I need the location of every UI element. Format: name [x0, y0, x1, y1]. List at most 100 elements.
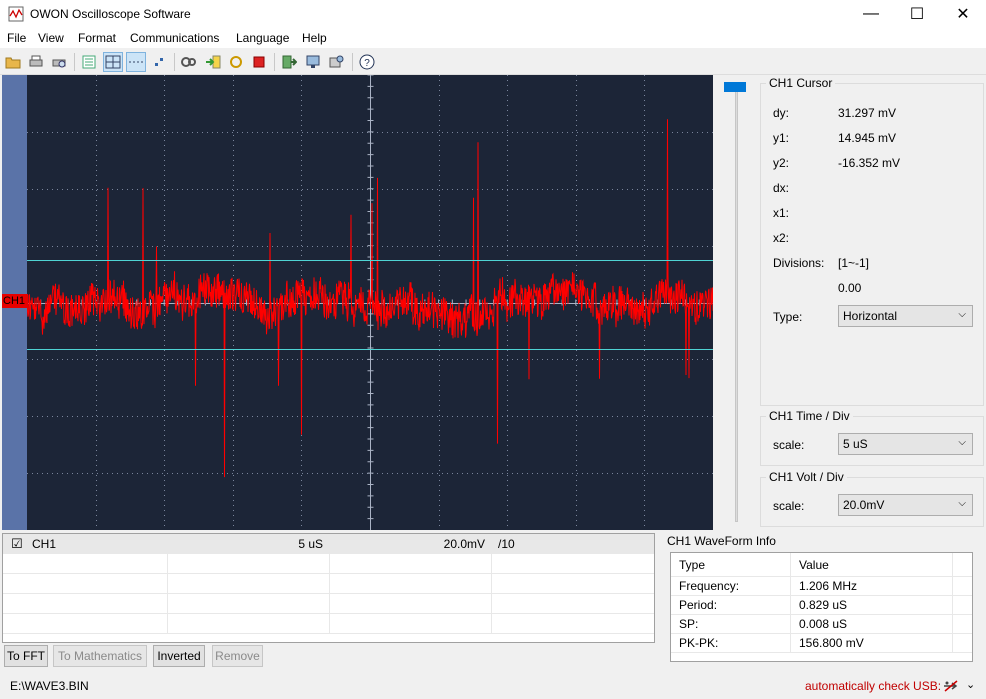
status-usb-text: automatically check USB:	[805, 679, 942, 693]
menu-format[interactable]: Format	[78, 31, 116, 45]
vertical-slider-thumb[interactable]	[724, 82, 746, 92]
toolbar: ?	[0, 48, 986, 75]
inverted-button[interactable]: Inverted	[153, 645, 205, 667]
channel-name-cell: ☑ CH1	[3, 534, 168, 554]
menu-view[interactable]: View	[38, 31, 64, 45]
print-preview-icon[interactable]	[49, 52, 69, 72]
monitor-icon[interactable]	[303, 52, 323, 72]
app-icon	[8, 6, 24, 22]
y2-value: -16.352 mV	[838, 156, 901, 170]
stop-icon[interactable]	[249, 52, 269, 72]
dx-label: dx:	[773, 181, 790, 195]
cursor-type-select[interactable]: Horizontal ⌵	[838, 305, 973, 327]
connect-icon[interactable]	[179, 52, 199, 72]
table-row: PK-PK: 156.800 mV	[671, 634, 972, 653]
dotted-grid-icon[interactable]	[126, 52, 146, 72]
header-type: Type	[671, 553, 791, 577]
chevron-down-icon: ⌵	[958, 498, 966, 509]
waveform-canvas	[26, 74, 714, 530]
time-scale-label: scale:	[773, 438, 805, 452]
dy-label: dy:	[773, 106, 790, 120]
y1-label: y1:	[773, 131, 790, 145]
table-header-row: Type Value	[671, 553, 972, 577]
to-mathematics-button[interactable]: To Mathematics	[53, 645, 147, 667]
volt-div-title: CH1 Volt / Div	[766, 470, 847, 484]
vertical-slider-track[interactable]	[735, 85, 738, 522]
dy-value: 31.297 mV	[838, 106, 897, 120]
cursor-type-value: Horizontal	[843, 309, 898, 323]
points-icon[interactable]	[149, 52, 169, 72]
volt-scale-value: 20.0mV	[843, 498, 885, 512]
info-type: Frequency:	[671, 577, 791, 596]
print-icon[interactable]	[26, 52, 46, 72]
header-value: Value	[791, 553, 953, 577]
open-folder-icon[interactable]	[3, 52, 23, 72]
channel-volt-cell: 20.0mV	[330, 534, 492, 554]
menu-bar: File View Format Communications Language…	[0, 28, 986, 48]
table-row: SP: 0.008 uS	[671, 615, 972, 634]
table-row	[3, 574, 654, 594]
time-div-title: CH1 Time / Div	[766, 409, 853, 423]
device-settings-icon[interactable]	[326, 52, 346, 72]
chevron-down-icon[interactable]: ⌄	[966, 678, 975, 691]
waveform-info-title: CH1 WaveForm Info	[664, 534, 779, 548]
info-value: 0.008 uS	[791, 615, 953, 634]
time-scale-select[interactable]: 5 uS ⌵	[838, 433, 973, 455]
volt-scale-label: scale:	[773, 499, 805, 513]
maximize-button[interactable]: ☐	[894, 0, 940, 28]
table-row	[3, 554, 654, 574]
y2-label: y2:	[773, 156, 790, 170]
minimize-button[interactable]: —	[848, 0, 894, 28]
usb-icon[interactable]	[942, 678, 960, 694]
info-type: PK-PK:	[671, 634, 791, 653]
window-title: OWON Oscilloscope Software	[30, 7, 191, 21]
remove-button[interactable]: Remove	[212, 645, 263, 667]
channel-checkbox[interactable]: ☑	[11, 536, 23, 551]
y1-value: 14.945 mV	[838, 131, 897, 145]
status-bar: E:\WAVE3.BIN automatically check USB: ⌄	[0, 674, 986, 699]
divisions-range: [1~-1]	[838, 256, 870, 270]
menu-file[interactable]: File	[7, 31, 26, 45]
info-type: Period:	[671, 596, 791, 615]
info-value: 0.829 uS	[791, 596, 953, 615]
table-row[interactable]: ☑ CH1 5 uS 20.0mV /10	[3, 534, 654, 554]
table-row: Period: 0.829 uS	[671, 596, 972, 615]
grid-icon[interactable]	[103, 52, 123, 72]
info-type: SP:	[671, 615, 791, 634]
divisions-value: 0.00	[838, 281, 862, 295]
download-icon[interactable]	[279, 52, 299, 72]
waveform-info-table: Type Value Frequency: 1.206 MHz Period: …	[670, 552, 973, 662]
channel-table: ☑ CH1 5 uS 20.0mV /10	[2, 533, 655, 643]
x2-label: x2:	[773, 231, 790, 245]
import-icon[interactable]	[203, 52, 223, 72]
table-row: Frequency: 1.206 MHz	[671, 577, 972, 596]
channel-name: CH1	[32, 537, 57, 551]
info-value: 156.800 mV	[791, 634, 953, 653]
menu-communications[interactable]: Communications	[130, 31, 219, 45]
chevron-down-icon: ⌵	[958, 437, 966, 448]
channel-time-cell: 5 uS	[168, 534, 330, 554]
refresh-icon[interactable]	[226, 52, 246, 72]
channel-ratio-cell: /10	[498, 537, 515, 551]
help-icon[interactable]: ?	[357, 52, 377, 72]
divisions-label: Divisions:	[773, 256, 825, 270]
menu-language[interactable]: Language	[236, 31, 289, 45]
table-row	[3, 614, 654, 634]
ch1-level-marker[interactable]: CH1	[2, 294, 28, 308]
x1-label: x1:	[773, 206, 790, 220]
list-view-icon[interactable]	[79, 52, 99, 72]
menu-help[interactable]: Help	[302, 31, 327, 45]
chevron-down-icon: ⌵	[958, 309, 966, 320]
cursor-group-title: CH1 Cursor	[766, 76, 836, 90]
volt-scale-select[interactable]: 20.0mV ⌵	[838, 494, 973, 516]
svg-text:?: ?	[364, 58, 370, 69]
status-file-path: E:\WAVE3.BIN	[10, 679, 89, 693]
info-value: 1.206 MHz	[791, 577, 953, 596]
oscilloscope-display[interactable]	[26, 74, 714, 530]
to-fft-button[interactable]: To FFT	[4, 645, 48, 667]
time-scale-value: 5 uS	[843, 437, 868, 451]
title-bar: OWON Oscilloscope Software — ☐ ✕	[0, 0, 986, 28]
close-button[interactable]: ✕	[940, 0, 986, 28]
table-row	[3, 594, 654, 614]
type-label: Type:	[773, 310, 803, 324]
